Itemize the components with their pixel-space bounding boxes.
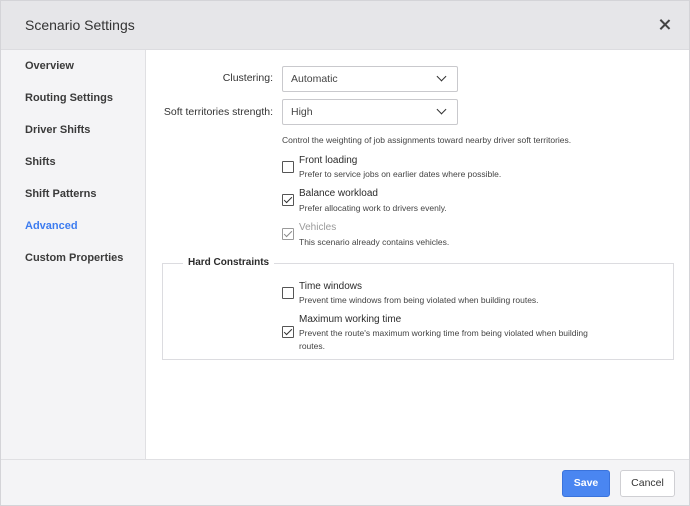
soft-territories-label: Soft territories strength: [163,106,273,118]
maximum-working-time-desc: Prevent the route's maximum working time… [299,328,588,351]
save-button[interactable]: Save [562,470,610,497]
soft-territories-value: High [291,106,313,118]
clustering-label: Clustering: [222,72,273,84]
balance-workload-desc: Prefer allocating work to drivers evenly… [299,203,447,213]
front-loading-title: Front loading [299,155,358,166]
front-loading-checkbox[interactable] [282,161,294,173]
front-loading-desc: Prefer to service jobs on earlier dates … [299,169,502,179]
vehicles-desc: This scenario already contains vehicles. [299,237,450,247]
cancel-button[interactable]: Cancel [620,470,675,497]
soft-territories-hint: Control the weighting of job assignments… [282,135,572,145]
sidebar-item-driver-shifts[interactable]: Driver Shifts [25,124,90,136]
dialog-header: Scenario Settings [1,1,689,50]
dialog-footer: Save Cancel [1,459,689,505]
sidebar-item-routing-settings[interactable]: Routing Settings [25,92,113,104]
maximum-working-time-title: Maximum working time [299,314,402,325]
sidebar-item-overview[interactable]: Overview [25,60,74,72]
vehicles-title: Vehicles [299,222,337,233]
sidebar-item-shift-patterns[interactable]: Shift Patterns [25,188,97,200]
sidebar: Overview Routing Settings Driver Shifts … [1,50,146,459]
close-icon[interactable] [656,16,674,34]
clustering-select[interactable]: Automatic [282,66,458,92]
sidebar-item-custom-properties[interactable]: Custom Properties [25,252,123,264]
maximum-working-time-checkbox[interactable] [282,326,294,338]
clustering-value: Automatic [291,73,338,85]
balance-workload-title: Balance workload [299,188,378,199]
hard-constraints-legend: Hard Constraints [183,257,275,268]
sidebar-item-advanced[interactable]: Advanced [25,220,78,232]
soft-territories-select[interactable]: High [282,99,458,125]
advanced-settings-panel: Clustering: Automatic Soft territories s… [146,50,689,459]
time-windows-checkbox[interactable] [282,287,294,299]
balance-workload-checkbox[interactable] [282,194,294,206]
scenario-settings-dialog: Scenario Settings Overview Routing Setti… [0,0,690,506]
sidebar-item-shifts[interactable]: Shifts [25,156,56,168]
hard-constraints-group: Hard Constraints Time windows Prevent ti… [162,257,674,360]
time-windows-title: Time windows [299,281,362,292]
vehicles-checkbox[interactable] [282,228,294,240]
time-windows-desc: Prevent time windows from being violated… [299,295,539,305]
chevron-down-icon [437,106,447,116]
dialog-title: Scenario Settings [25,17,135,33]
chevron-down-icon [437,73,447,83]
